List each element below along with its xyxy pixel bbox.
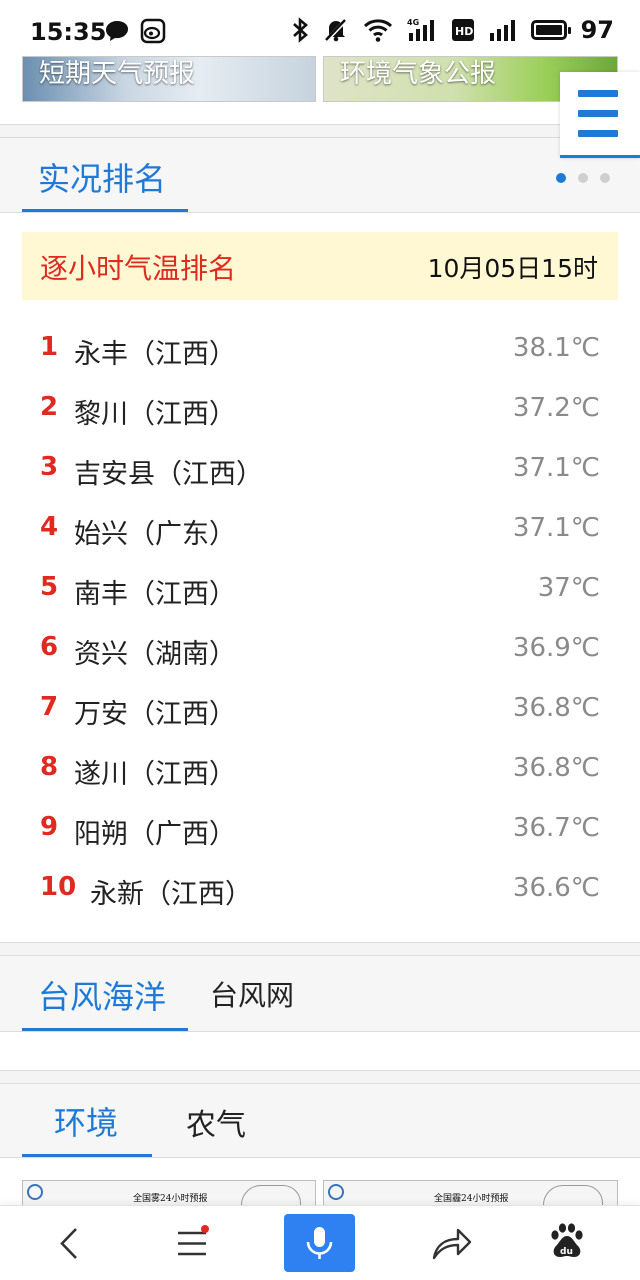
section-divider: [0, 124, 640, 138]
carousel-dots: [556, 173, 610, 183]
temperature-value: 37.1℃: [512, 453, 600, 483]
svg-text:HD: HD: [455, 25, 473, 38]
station-name: 资兴（湖南）: [74, 639, 236, 670]
baidu-paw-icon: du: [551, 1223, 583, 1257]
tab-typhoon-net[interactable]: 台风网: [210, 974, 294, 1014]
signal-icon: [489, 20, 515, 41]
temperature-value: 36.8℃: [512, 693, 600, 723]
station-name: 阳朔（广西）: [74, 819, 236, 850]
cma-logo-icon: [328, 1184, 344, 1200]
weibo-icon: [140, 18, 166, 44]
temperature-value: 37.2℃: [512, 393, 600, 423]
card-label: 全国霾24小时预报: [434, 1194, 509, 1204]
carousel-dot[interactable]: [556, 173, 566, 183]
mute-icon: [324, 18, 348, 43]
tab-agro-weather[interactable]: 农气: [186, 1100, 246, 1144]
list-item[interactable]: 5 南丰（江西） 37℃: [0, 560, 640, 620]
carousel-dot[interactable]: [600, 173, 610, 183]
battery-level: 97: [580, 16, 614, 44]
station-name: 南丰（江西）: [74, 579, 236, 610]
cma-logo-icon: [27, 1184, 43, 1200]
rank-number: 10: [40, 872, 77, 902]
station-name: 永新（江西）: [90, 879, 252, 910]
temperature-value: 36.7℃: [512, 813, 600, 843]
rank-number: 4: [40, 512, 59, 542]
list-item[interactable]: 10 永新（江西） 36.6℃: [0, 860, 640, 920]
environment-section-tabbar: 环境 农气: [0, 1084, 640, 1158]
station-name: 万安（江西）: [74, 699, 236, 730]
tab-typhoon-ocean[interactable]: 台风海洋: [38, 972, 166, 1018]
rank-number: 9: [40, 812, 59, 842]
carousel-dot[interactable]: [578, 173, 588, 183]
bluetooth-icon: [292, 17, 308, 43]
wifi-icon: [363, 19, 392, 42]
back-button[interactable]: [24, 1206, 114, 1280]
list-item[interactable]: 7 万安（江西） 36.8℃: [0, 680, 640, 740]
bottom-navigation: du: [0, 1205, 640, 1280]
section-divider: [0, 942, 640, 956]
station-name: 始兴（广东）: [74, 519, 236, 550]
list-item[interactable]: 3 吉安县（江西） 37.1℃: [0, 440, 640, 500]
fog-forecast-card[interactable]: 全国雾24小时预报: [22, 1180, 316, 1208]
tab-underline: [22, 209, 188, 212]
signal-4g-icon: 4G: [407, 18, 434, 41]
temperature-value: 36.9℃: [512, 633, 600, 663]
card-label: 短期天气预报: [39, 59, 196, 89]
tab-underline: [22, 1028, 188, 1031]
list-item[interactable]: 9 阳朔（广西） 36.7℃: [0, 800, 640, 860]
rank-number: 2: [40, 392, 59, 422]
rank-number: 5: [40, 572, 59, 602]
haze-forecast-card[interactable]: 全国霾24小时预报: [323, 1180, 618, 1208]
card-label: 环境气象公报: [340, 59, 497, 89]
rank-number: 1: [40, 332, 59, 362]
station-name: 永丰（江西）: [74, 339, 236, 370]
section-divider: [0, 1070, 640, 1084]
tab-environment[interactable]: 环境: [54, 1098, 118, 1144]
menu-button[interactable]: [146, 1206, 236, 1280]
rank-number: 8: [40, 752, 59, 782]
svg-text:du: du: [560, 1247, 573, 1257]
ranking-header: 逐小时气温排名 10月05日15时: [22, 232, 618, 300]
share-button[interactable]: [404, 1206, 494, 1280]
ranking-time: 10月05日15时: [427, 254, 598, 283]
station-name: 遂川（江西）: [74, 759, 236, 790]
hd-icon: HD: [451, 19, 474, 41]
temperature-value: 36.6℃: [512, 873, 600, 903]
list-item[interactable]: 8 遂川（江西） 36.8℃: [0, 740, 640, 800]
ranking-title: 逐小时气温排名: [40, 252, 237, 285]
notification-dot: [201, 1225, 209, 1233]
tab-live-ranking[interactable]: 实况排名: [38, 154, 166, 200]
temperature-value: 36.8℃: [512, 753, 600, 783]
tab-underline: [22, 1154, 152, 1157]
rank-number: 6: [40, 632, 59, 662]
list-item[interactable]: 6 资兴（湖南） 36.9℃: [0, 620, 640, 680]
temperature-value: 37.1℃: [512, 513, 600, 543]
share-icon: [432, 1228, 472, 1260]
svg-text:4G: 4G: [407, 18, 419, 27]
card-label: 全国雾24小时预报: [133, 1194, 208, 1204]
live-section-tabbar: 实况排名: [0, 138, 640, 213]
station-name: 黎川（江西）: [74, 399, 236, 430]
short-term-forecast-card[interactable]: 短期天气预报: [22, 56, 316, 102]
rank-number: 3: [40, 452, 59, 482]
menu-icon: [178, 1231, 206, 1256]
station-name: 吉安县（江西）: [74, 459, 263, 490]
rank-number: 7: [40, 692, 59, 722]
message-icon: [106, 21, 128, 41]
temperature-value: 37℃: [537, 573, 600, 603]
list-item[interactable]: 2 黎川（江西） 37.2℃: [0, 380, 640, 440]
typhoon-section-tabbar: 台风海洋 台风网: [0, 956, 640, 1032]
chevron-left-icon: [60, 1228, 77, 1259]
status-time: 15:35: [30, 18, 107, 46]
voice-search-button[interactable]: [284, 1214, 355, 1272]
baidu-home-button[interactable]: du: [522, 1206, 612, 1280]
temperature-value: 38.1℃: [512, 333, 600, 363]
list-item[interactable]: 4 始兴（广东） 37.1℃: [0, 500, 640, 560]
floating-menu-button[interactable]: [560, 72, 640, 158]
microphone-icon: [306, 1227, 333, 1259]
list-item[interactable]: 1 永丰（江西） 38.1℃: [0, 320, 640, 380]
battery-icon: [530, 20, 571, 40]
